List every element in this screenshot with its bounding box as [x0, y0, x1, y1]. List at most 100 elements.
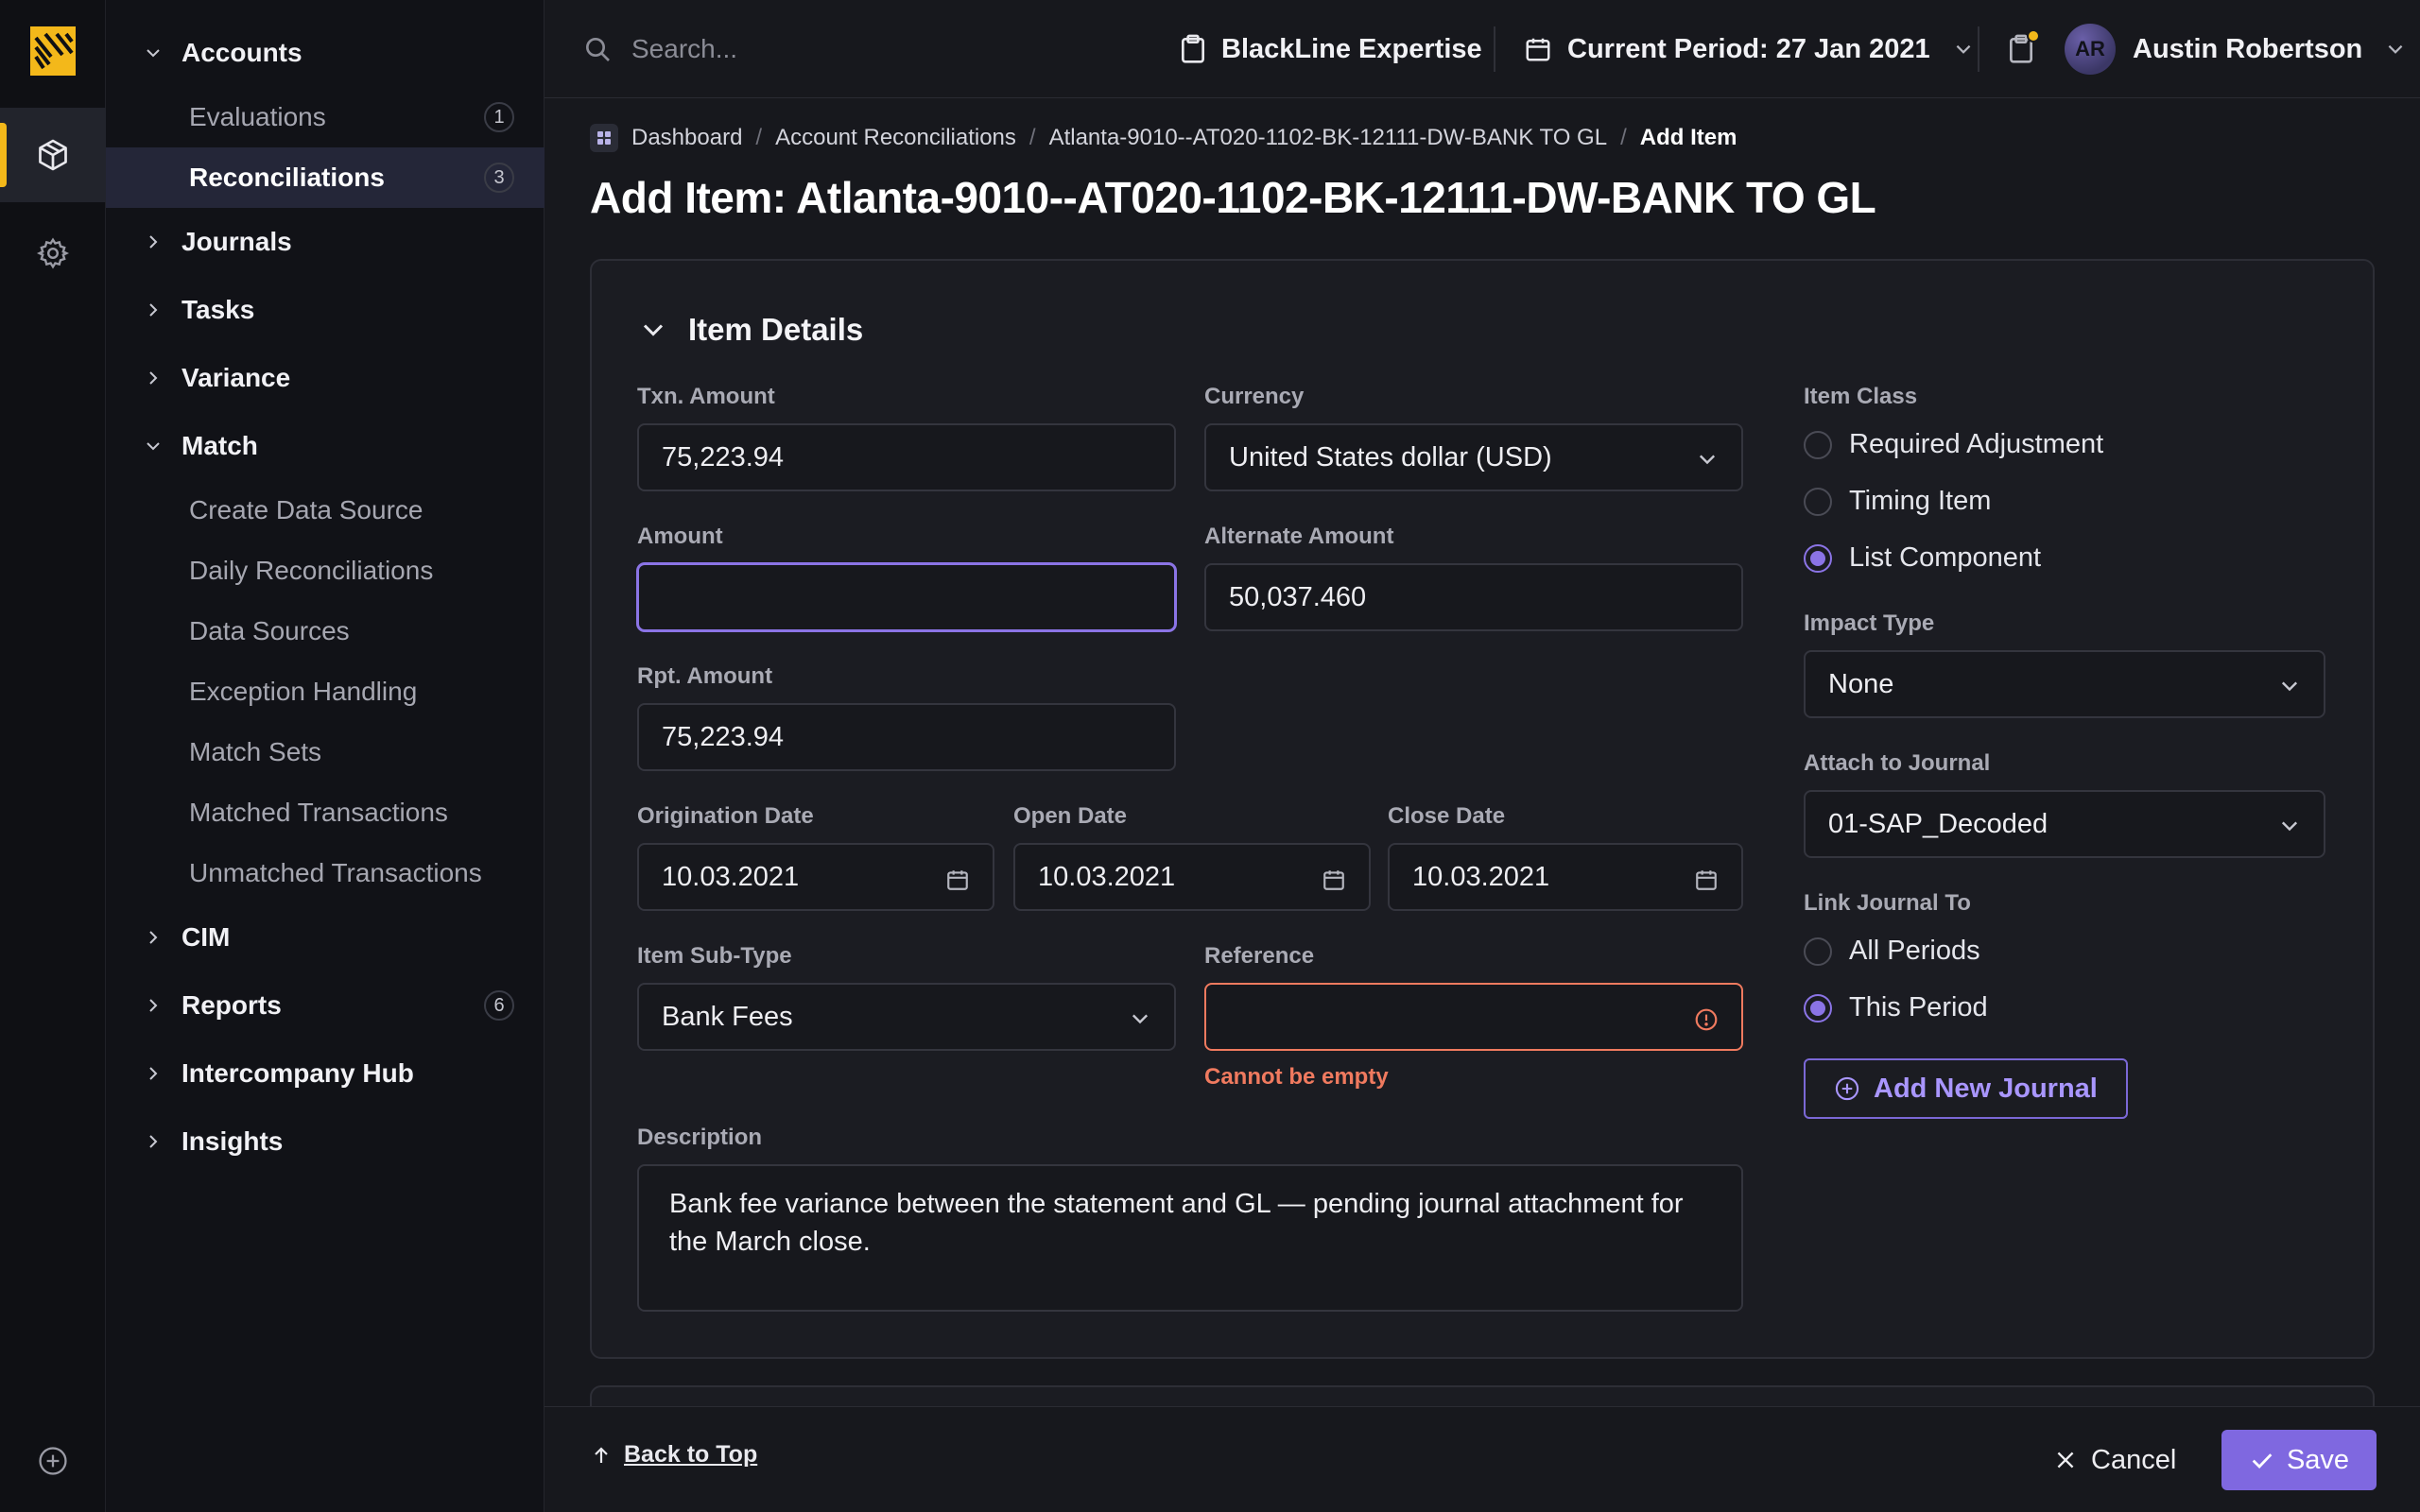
alternate-amount-field[interactable]: 50,037.460	[1204, 563, 1743, 631]
field-label: Item Class	[1804, 384, 1918, 409]
nav-label: Matched Transactions	[189, 798, 448, 827]
chevron-down-icon	[2385, 39, 2406, 60]
nav-item-journals[interactable]: Journals	[106, 212, 544, 272]
close-date-field[interactable]: 10.03.2021	[1388, 843, 1743, 911]
nav-item-reconciliations[interactable]: Reconciliations 3	[106, 147, 544, 208]
rail-add-button[interactable]	[0, 1414, 106, 1508]
radio-button[interactable]	[1804, 487, 1832, 516]
nav-item-cim[interactable]: CIM	[106, 907, 544, 968]
open-date-field[interactable]: 10.03.2021	[1013, 843, 1371, 911]
close-icon	[2053, 1448, 2078, 1472]
chevron-right-icon	[144, 928, 163, 947]
select-value: None	[1828, 668, 1894, 699]
nav-label: Evaluations	[189, 102, 326, 131]
period-selector[interactable]: Current Period: 27 Jan 2021	[1524, 0, 1974, 98]
breadcrumb-link-account[interactable]: Atlanta-9010--AT020-1102-BK-12111-DW-BAN…	[1049, 125, 1608, 151]
nav-subitem[interactable]: Matched Transactions	[106, 782, 544, 843]
blackline-logo[interactable]	[30, 26, 76, 76]
nav-label: Unmatched Transactions	[189, 858, 482, 887]
radio-button[interactable]	[1804, 936, 1832, 966]
nav-subitem[interactable]: Unmatched Transactions	[106, 843, 544, 903]
radio-button[interactable]	[1804, 430, 1832, 459]
description-textarea[interactable]: Bank fee variance between the statement …	[637, 1164, 1743, 1312]
nav-subitem[interactable]: Create Data Source	[106, 480, 544, 541]
radio-label: Timing Item	[1849, 486, 1992, 516]
nav-label: Reconciliations	[189, 163, 385, 192]
save-button[interactable]: Save	[2221, 1430, 2377, 1490]
page-title: Add Item: Atlanta-9010--AT020-1102-BK-12…	[590, 173, 1876, 222]
nav-item-reports[interactable]: Reports 6	[106, 975, 544, 1036]
breadcrumb-link-dashboard[interactable]: Dashboard	[631, 125, 742, 151]
nav-label: Reports	[182, 990, 282, 1020]
expertise-link[interactable]: BlackLine Expertise	[1180, 0, 1482, 98]
item-details-card: Item Details Txn. Amount 75,223.94 Curre…	[590, 259, 2375, 1359]
origination-date-field[interactable]: 10.03.2021	[637, 843, 994, 911]
notifications-button[interactable]	[2008, 0, 2034, 98]
radio-button[interactable]	[1804, 993, 1832, 1022]
radio-button[interactable]	[1804, 543, 1832, 573]
select-value: 01-SAP_Decoded	[1828, 808, 2048, 839]
avatar: AR	[2065, 24, 2116, 75]
radio-all-periods[interactable]: All Periods	[1804, 936, 1980, 967]
impact-type-select[interactable]: None	[1804, 650, 2325, 718]
nav-item-variance[interactable]: Variance	[106, 348, 544, 408]
nav-label: Journals	[182, 227, 292, 256]
date-value: 10.03.2021	[1412, 861, 1550, 892]
item-sub-type-select[interactable]: Bank Fees	[637, 983, 1176, 1051]
user-menu[interactable]: AR Austin Robertson	[2065, 0, 2406, 98]
reference-field[interactable]	[1204, 983, 1743, 1051]
amount-field[interactable]	[637, 563, 1176, 631]
field-label: Currency	[1204, 384, 1305, 409]
calendar-icon[interactable]	[1322, 868, 1346, 892]
nav-item-tasks[interactable]: Tasks	[106, 280, 544, 340]
nav-label: Create Data Source	[189, 495, 424, 524]
radio-timing-item[interactable]: Timing Item	[1804, 486, 1991, 517]
nav-item-intercompany-hub[interactable]: Intercompany Hub	[106, 1043, 544, 1104]
notification-dot	[2027, 29, 2040, 43]
nav-panel: Accounts Evaluations 1 Reconciliations 3…	[106, 0, 544, 1512]
calendar-icon[interactable]	[1694, 868, 1719, 892]
currency-select[interactable]: United States dollar (USD)	[1204, 423, 1743, 491]
alert-circle-icon	[1694, 1007, 1719, 1032]
radio-label: List Component	[1849, 542, 2042, 573]
radio-list-component[interactable]: List Component	[1804, 542, 2041, 574]
period-label: Current Period: 27 Jan 2021	[1567, 33, 1930, 64]
back-to-top-label: Back to Top	[624, 1441, 758, 1468]
clipboard-icon	[1180, 34, 1206, 64]
nav-item-accounts[interactable]: Accounts	[106, 23, 544, 83]
nav-subitem[interactable]: Data Sources	[106, 601, 544, 662]
section-title: Item Details	[688, 312, 864, 347]
breadcrumb-link-reconciliations[interactable]: Account Reconciliations	[775, 125, 1016, 151]
radio-required-adjustment[interactable]: Required Adjustment	[1804, 429, 2103, 460]
radio-this-period[interactable]: This Period	[1804, 992, 1988, 1023]
nav-label: Variance	[182, 363, 291, 392]
gear-icon	[36, 236, 70, 270]
rpt-amount-field[interactable]: 75,223.94	[637, 703, 1176, 771]
attach-journal-select[interactable]: 01-SAP_Decoded	[1804, 790, 2325, 858]
search-icon	[582, 34, 613, 64]
back-to-top-link[interactable]: Back to Top	[590, 1441, 757, 1469]
nav-subitem[interactable]: Match Sets	[106, 722, 544, 782]
grid-icon[interactable]	[590, 124, 618, 152]
calendar-icon[interactable]	[945, 868, 970, 892]
nav-subitem[interactable]: Exception Handling	[106, 662, 544, 722]
nav-item-match[interactable]: Match	[106, 416, 544, 476]
reference-error: Cannot be empty	[1204, 1064, 1389, 1090]
radio-label: Required Adjustment	[1849, 429, 2104, 459]
rail-item-settings[interactable]	[0, 206, 106, 301]
add-new-journal-button[interactable]: Add New Journal	[1804, 1058, 2128, 1119]
nav-subitem[interactable]: Daily Reconciliations	[106, 541, 544, 601]
search-input[interactable]	[631, 26, 1104, 72]
rail-item-accounts[interactable]	[0, 108, 106, 202]
button-label: Add New Journal	[1874, 1073, 2098, 1104]
nav-item-evaluations[interactable]: Evaluations 1	[106, 87, 544, 147]
section-toggle[interactable]: Item Details	[639, 312, 863, 348]
txn-amount-field[interactable]: 75,223.94	[637, 423, 1176, 491]
chevron-right-icon	[144, 369, 163, 387]
divider	[1494, 26, 1495, 72]
nav-item-insights[interactable]: Insights	[106, 1111, 544, 1172]
cancel-button[interactable]: Cancel	[2053, 1432, 2176, 1488]
breadcrumb-current: Add Item	[1639, 125, 1737, 150]
chevron-down-icon	[144, 43, 163, 62]
field-label: Close Date	[1388, 803, 1506, 829]
